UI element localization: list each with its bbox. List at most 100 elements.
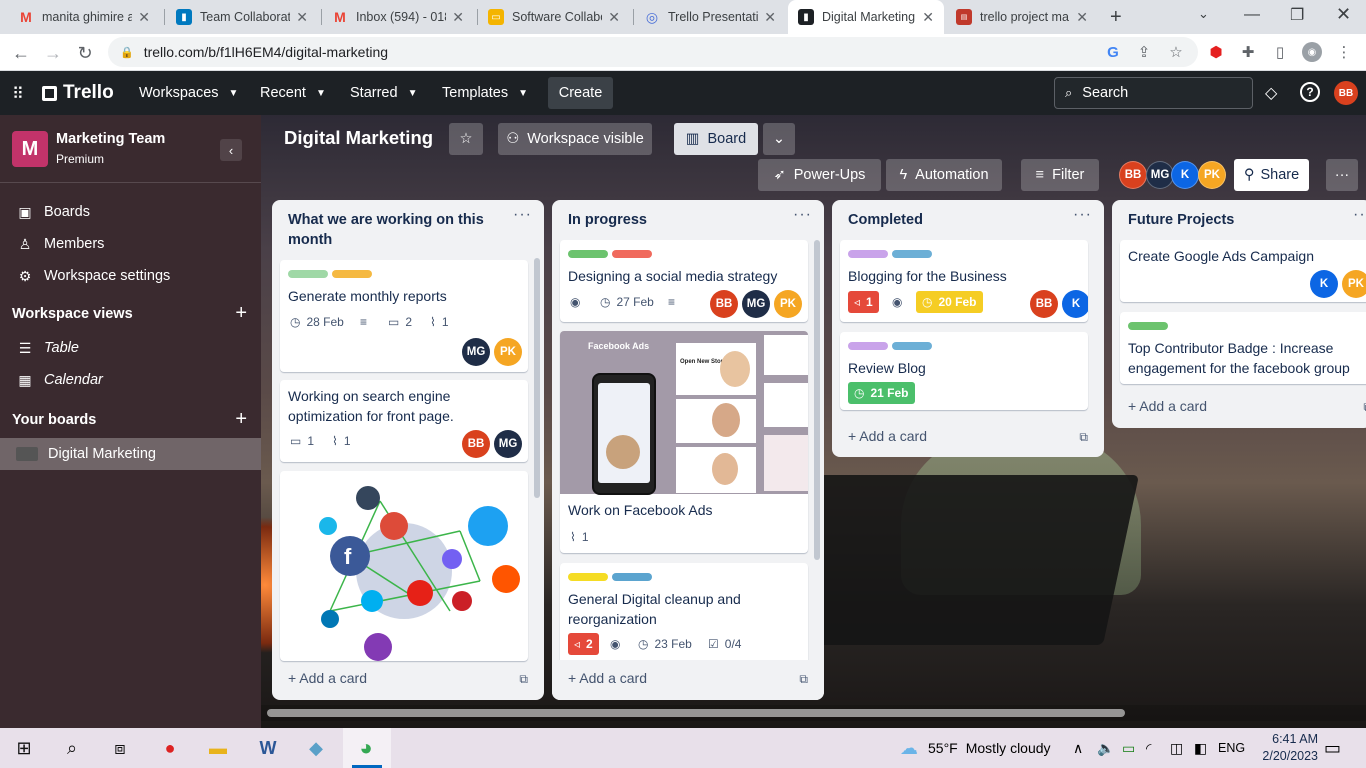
reload-icon[interactable]: ↻ (72, 40, 98, 66)
card[interactable]: Working on search engine optimization fo… (280, 380, 528, 462)
view-switcher-chevron-icon[interactable]: ⌄ (763, 123, 795, 155)
card-member-avatar[interactable]: MG (462, 338, 490, 366)
close-tab-icon[interactable]: ✕ (452, 9, 464, 26)
list-title[interactable]: Completed (848, 210, 1068, 230)
meet-icon[interactable]: ◫ (1170, 728, 1183, 768)
sidebar-item-members[interactable]: ♙ Members (0, 228, 261, 260)
card-member-avatar[interactable]: PK (774, 290, 802, 318)
network-icon[interactable]: ◧ (1194, 728, 1207, 768)
browser-tab[interactable]: ◎ Trello Presentati ✕ (634, 0, 786, 34)
close-tab-icon[interactable]: ✕ (296, 9, 308, 26)
notifications-icon[interactable]: ◇ (1265, 83, 1277, 103)
tab-search-icon[interactable]: ⌄ (1198, 6, 1209, 22)
google-icon[interactable]: G (1103, 42, 1123, 62)
nav-recent[interactable]: Recent ▼ (260, 79, 326, 107)
word-icon[interactable]: W (254, 734, 282, 762)
help-icon[interactable]: ? (1300, 82, 1320, 102)
add-card-button[interactable]: + Add a card (288, 670, 367, 686)
card-member-avatar[interactable]: K (1310, 270, 1338, 298)
list-menu-icon[interactable]: ··· (1073, 206, 1092, 224)
card-member-avatar[interactable]: BB (1030, 290, 1058, 318)
scrollbar-thumb[interactable] (267, 709, 1125, 717)
search-icon[interactable]: ⌕ (58, 734, 86, 762)
add-view-icon[interactable]: + (235, 302, 247, 325)
visibility-button[interactable]: ⚇ Workspace visible (498, 123, 652, 155)
card[interactable]: Review Blog ◷ 21 Feb (840, 332, 1088, 410)
close-tab-icon[interactable]: ✕ (138, 9, 150, 26)
chrome-menu-icon[interactable]: ⋮ (1334, 42, 1354, 62)
collapse-sidebar-icon[interactable]: ‹ (220, 139, 242, 161)
card-template-icon[interactable]: ⧉ (799, 672, 808, 687)
profile-icon[interactable]: ◉ (1302, 42, 1322, 62)
browser-tab[interactable]: ▮ Team Collaboratio✕ (166, 0, 318, 34)
forward-icon[interactable]: → (40, 40, 66, 66)
trello-logo[interactable]: Trello (42, 82, 114, 104)
extensions-icon[interactable]: ✚ (1238, 42, 1258, 62)
board-view-button[interactable]: ▥ Board (674, 123, 758, 155)
card[interactable]: Designing a social media strategy ◉ ◷ 27 … (560, 240, 808, 322)
card[interactable]: Facebook Ads Open New Store Work on Face… (560, 331, 808, 553)
close-tab-icon[interactable]: ✕ (764, 9, 776, 26)
list-title[interactable]: Future Projects (1128, 210, 1348, 230)
card[interactable]: Top Contributor Badge : Increase engagem… (1120, 312, 1366, 384)
card-member-avatar[interactable]: BB (462, 430, 490, 458)
back-icon[interactable]: ← (8, 40, 34, 66)
sidebar-board-digital-marketing[interactable]: Digital Marketing (0, 438, 261, 470)
card-member-avatar[interactable]: BB (710, 290, 738, 318)
battery-icon[interactable]: ▭ (1122, 728, 1135, 768)
card-member-avatar[interactable]: K (1062, 290, 1088, 318)
list-scrollbar[interactable] (814, 240, 820, 560)
bookmark-star-icon[interactable]: ☆ (1166, 42, 1186, 62)
board-menu-icon[interactable]: ··· (1326, 159, 1358, 191)
task-view-icon[interactable]: ⧈ (106, 734, 134, 762)
restore-icon[interactable]: ❐ (1290, 5, 1304, 25)
close-tab-icon[interactable]: ✕ (1076, 9, 1088, 26)
board-member-avatar[interactable]: MG (1146, 161, 1174, 189)
board-member-avatar[interactable]: BB (1119, 161, 1147, 189)
card-cover-image[interactable]: f (280, 471, 528, 661)
share-button[interactable]: ⚲ Share (1234, 159, 1309, 191)
side-panel-icon[interactable]: ▯ (1270, 42, 1290, 62)
app-icon[interactable]: ● (156, 734, 184, 762)
windows-start-icon[interactable]: ⊞ (10, 734, 38, 762)
board-member-avatar[interactable]: K (1171, 161, 1199, 189)
card[interactable]: General Digital cleanup and reorganizati… (560, 563, 808, 673)
minimize-icon[interactable]: — (1244, 6, 1260, 24)
card[interactable]: Create Google Ads Campaign K PK (1120, 240, 1366, 302)
new-tab-icon[interactable]: + (1110, 6, 1122, 29)
board-title[interactable]: Digital Marketing (284, 127, 433, 149)
list-title[interactable]: What we are working on this month (288, 210, 508, 250)
clock[interactable]: 6:41 AM 2/20/2023 (1254, 731, 1318, 765)
card-template-icon[interactable]: ⧉ (1079, 430, 1088, 445)
add-card-button[interactable]: + Add a card (568, 670, 647, 686)
card-member-avatar[interactable]: MG (494, 430, 522, 458)
user-avatar[interactable]: BB (1334, 81, 1358, 105)
url-bar[interactable]: 🔒 trello.com/b/f1lH6EM4/digital-marketin… (108, 37, 1198, 67)
add-card-button[interactable]: + Add a card (848, 428, 927, 444)
card-member-avatar[interactable]: PK (1342, 270, 1366, 298)
card-template-icon[interactable]: ⧉ (519, 672, 528, 687)
share-page-icon[interactable]: ⇪ (1134, 42, 1154, 62)
browser-tab[interactable]: M manita ghimire ai ✕ (8, 0, 160, 34)
weather-widget[interactable]: ☁ 55°F Mostly cloudy (900, 728, 1051, 768)
browser-tab[interactable]: M Inbox (594) - 018 ✕ (322, 0, 474, 34)
list-menu-icon[interactable]: ··· (1353, 206, 1366, 224)
sidebar-item-settings[interactable]: ⚙ Workspace settings (0, 260, 261, 292)
file-explorer-icon[interactable]: ▬ (204, 734, 232, 762)
board-horizontal-scrollbar[interactable] (261, 705, 1366, 721)
star-board-icon[interactable]: ☆ (449, 123, 483, 155)
card[interactable]: Blogging for the Business ◃ 1 ◉ ◷ 20 Feb B… (840, 240, 1088, 322)
powerups-button[interactable]: ➶ Power-Ups (758, 159, 881, 191)
volume-icon[interactable]: 🔈 (1097, 728, 1114, 768)
app-icon[interactable]: ◆ (302, 734, 330, 762)
add-board-icon[interactable]: + (235, 408, 247, 431)
browser-tab-active[interactable]: ▮ Digital Marketing ✕ (788, 0, 944, 34)
card-member-avatar[interactable]: PK (494, 338, 522, 366)
search-input[interactable]: ⌕ Search (1054, 77, 1253, 109)
list-scrollbar[interactable] (534, 258, 540, 498)
list-menu-icon[interactable]: ··· (513, 206, 532, 224)
browser-tab[interactable]: ▭ Software Collabo ✕ (478, 0, 630, 34)
sidebar-item-table[interactable]: ☰ Table (0, 332, 261, 364)
browser-tab[interactable]: ▤ trello project ma ✕ (946, 0, 1098, 34)
sidebar-item-boards[interactable]: ▣ Boards (0, 196, 261, 228)
